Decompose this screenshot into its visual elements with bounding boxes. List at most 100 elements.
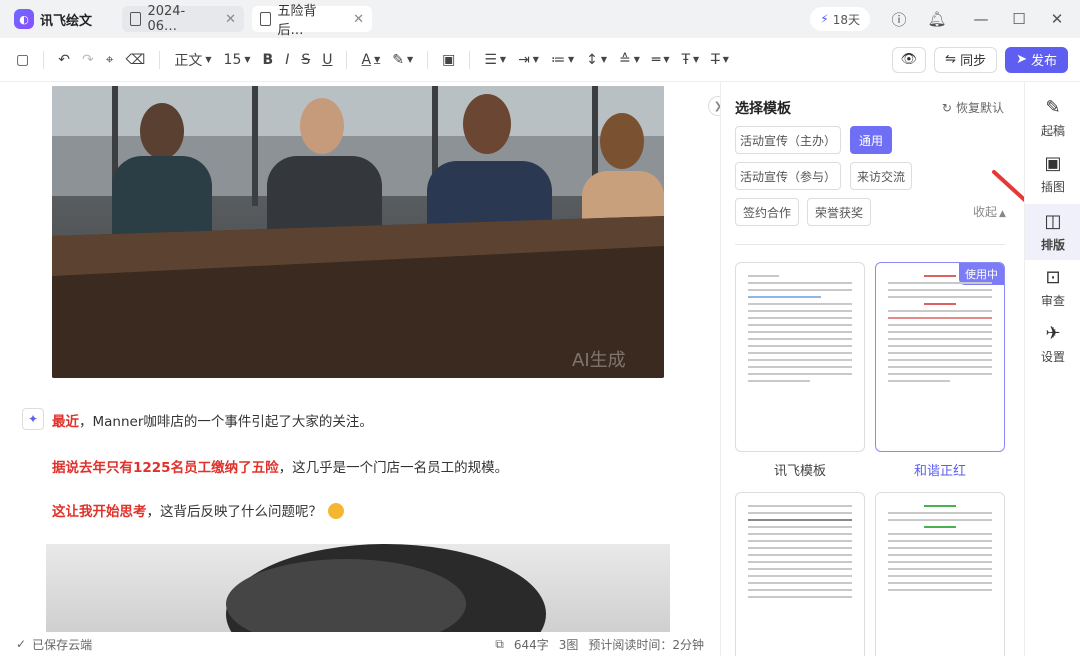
template-panel: 选择模板 ↻ 恢复默认 活动宣传（主办） 通用 活动宣传（参与） 来访交流 签约合… [720,82,1024,656]
underline-icon[interactable]: U [322,52,332,68]
chip-general[interactable]: 通用 [850,126,892,154]
caret-down-icon: ▼ [205,55,212,64]
sidebar-label: 排版 [1040,238,1065,252]
save-status: 已保存云端 [32,637,93,652]
document-icon [260,12,272,26]
cloud-check-icon: ✓ [16,637,27,651]
paragraph-spacing-icon[interactable]: ≙ ▼ [619,52,640,68]
indent-icon[interactable]: ⇥ ▼ [518,52,539,68]
paragraph-2[interactable]: 据说去年只有1225名员工缴纳了五险，这几乎是一个门店一名员工的规模。 [52,456,508,476]
font-color-icon[interactable]: A ▼ [361,52,380,68]
chip-award[interactable]: 荣誉获奖 [807,198,871,226]
tab-doc-2[interactable]: 五险背后… ✕ [252,4,372,38]
template-card-4[interactable] [875,492,1005,656]
sidebar-label: 审查 [1040,294,1065,308]
copy-icon[interactable]: ⧉ [495,637,504,652]
toolbar-actions: 👁︎ ⇋ 同步 ➤ 发布 [884,46,1068,73]
maximize-icon[interactable]: ☐ [1000,10,1038,28]
minimize-icon[interactable]: — [962,10,1000,28]
status-bar: ✓ 已保存云端 ⧉ 644字 3图 预计阅读时间：2分钟 [0,632,720,656]
word-count: 644字 [513,637,549,652]
tab-label: 五险背后… [277,4,317,38]
sidebar-label: 起稿 [1040,124,1065,138]
divider-line-icon[interactable]: ═ ▼ [652,52,670,68]
bolt-icon: ⚡ [820,12,829,26]
chip-event-host[interactable]: 活动宣传（主办） [735,126,841,154]
format-painter-icon[interactable]: ⌖ [106,52,114,68]
sync-button[interactable]: ⇋ 同步 [934,46,998,73]
publish-label: 发布 [1030,54,1057,69]
image-icon[interactable]: ▣ [442,52,455,68]
sidebar-item-settings[interactable]: ✈ 设置 [1025,316,1080,372]
bell-icon[interactable]: 🔔︎ [918,10,956,28]
restore-default-button[interactable]: ↻ 恢复默认 [942,99,1004,116]
paragraph-1[interactable]: 最近，Manner咖啡店的一个事件引起了大家的关注。 [52,410,373,430]
sidebar-item-review[interactable]: ⊡ 审查 [1025,260,1080,316]
clear-format-icon[interactable]: T̶ ▼ [711,52,729,68]
body-text: ，这背后反映了什么问题呢？ [146,504,323,520]
close-tab-icon[interactable]: ✕ [225,12,236,27]
portrait-photo[interactable] [46,544,670,632]
redo-icon[interactable]: ↷ [82,52,94,68]
close-tab-icon[interactable]: ✕ [353,12,364,27]
panel-title: 选择模板 [735,101,791,117]
editor-area[interactable]: AI生成 ✦ 最近，Manner咖啡店的一个事件引起了大家的关注。 据说去年只有… [0,82,720,632]
font-size-dropdown[interactable]: 15 ▼ [224,52,251,68]
app-window: ◐ 讯飞绘文 2024-06… ✕ 五险背后… ✕ ⚡ 18天 ⓘ 🔔︎ — ☐… [0,0,1080,656]
refresh-icon: ↻ [941,101,952,115]
template-preview [888,505,992,596]
paragraph-style-dropdown[interactable]: 正文 ▼ [174,50,211,70]
ai-rewrite-icon[interactable]: ✦ [22,408,44,430]
text-indent-icon[interactable]: Ŧ ▼ [681,52,699,68]
paragraph-3[interactable]: 这让我开始思考，这背后反映了什么问题呢？ [52,500,344,520]
body-text: ，这几乎是一个门店一名员工的规模。 [278,460,509,476]
bold-icon[interactable]: B [263,52,274,68]
eraser-icon[interactable]: ⌫ [126,52,146,68]
strikethrough-icon[interactable]: S [301,52,310,68]
highlight-icon[interactable]: ✎ ▼ [392,52,413,68]
italic-icon[interactable]: I [285,52,289,68]
sidebar-item-draft[interactable]: ✎ 起稿 [1025,90,1080,146]
divider [43,50,45,69]
title-bar: ◐ 讯飞绘文 2024-06… ✕ 五险背后… ✕ ⚡ 18天 ⓘ 🔔︎ — ☐… [0,0,1080,38]
app-name: 讯飞绘文 [40,13,93,29]
meeting-photo[interactable]: AI生成 [52,86,664,378]
undo-icon[interactable]: ↶ [58,52,70,68]
layout-icon: ◫ [1044,211,1062,232]
list-icon[interactable]: ≔ ▼ [551,52,574,68]
close-window-icon[interactable]: ✕ [1038,10,1076,28]
app-logo[interactable]: ◐ 讯飞绘文 [14,9,114,29]
divider [427,50,429,69]
template-preview [888,275,992,387]
pen-icon: ✎ [1045,97,1061,118]
review-icon: ⊡ [1045,267,1061,288]
portrait-illustration [226,544,546,632]
publish-button[interactable]: ➤ 发布 [1005,46,1068,73]
template-card-red[interactable]: 使用中 [875,262,1005,452]
line-height-icon[interactable]: ↕ ▼ [586,52,607,68]
preview-button[interactable]: 👁︎ [891,46,927,73]
highlight-text: 这让我开始思考 [52,504,147,520]
image-count: 3图 [558,637,579,652]
days-badge[interactable]: ⚡ 18天 [810,7,870,31]
chip-visit[interactable]: 来访交流 [850,162,912,190]
help-icon[interactable]: ⓘ [880,9,918,30]
highlight-text: 据说去年只有1225名员工缴纳了五险 [52,460,279,476]
sidebar-item-layout[interactable]: ◫ 排版 [1025,204,1080,260]
template-card-xunfei[interactable] [735,262,865,452]
style-value: 正文 [174,52,203,69]
divider [346,50,348,69]
chip-event-participate[interactable]: 活动宣传（参与） [735,162,841,190]
chip-contract[interactable]: 签约合作 [735,198,799,226]
sidebar-label: 插图 [1040,180,1065,194]
align-icon[interactable]: ☰ ▼ [484,52,506,68]
sidebar-item-illustration[interactable]: ▣ 插图 [1025,146,1080,202]
template-card-3[interactable] [735,492,865,656]
divider [159,50,161,69]
template-preview [748,505,852,603]
format-toolbar: ▢ ↶ ↷ ⌖ ⌫ 正文 ▼ 15 ▼ B I S U A ▼ ✎ ▼ ▣ ☰ ▼ ⇥ ▼ … [0,38,1080,82]
image-icon: ▣ [1044,153,1062,174]
watermark: AI生成 [572,350,626,371]
select-icon[interactable]: ▢ [16,52,29,68]
tab-doc-1[interactable]: 2024-06… ✕ [122,4,244,34]
